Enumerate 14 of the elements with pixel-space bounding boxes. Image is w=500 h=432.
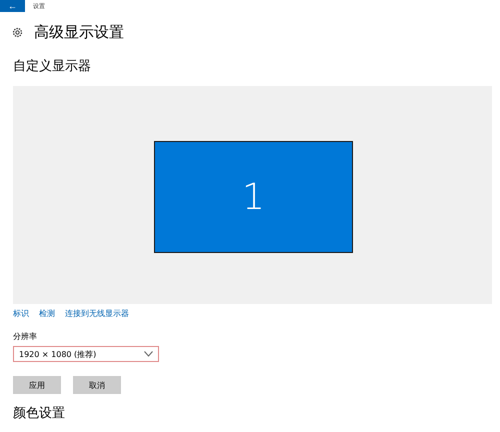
field-label: 分辨率 [13, 331, 38, 342]
link[interactable]: 标识 [13, 308, 29, 319]
display-tile[interactable]: 1 [154, 141, 353, 253]
section-title: 颜色设置 [13, 406, 66, 421]
link[interactable]: 连接到无线显示器 [65, 308, 129, 319]
resolution-dropdown[interactable]: 1920 × 1080 (推荐) [13, 346, 159, 362]
page-heading: 高级显示设置 [34, 23, 124, 42]
section-title: 自定义显示器 [13, 58, 92, 75]
settings-icon [12, 27, 23, 38]
action-button[interactable]: 应用 [13, 376, 61, 394]
link[interactable]: 检测 [39, 308, 55, 319]
action-button[interactable]: 取消 [73, 376, 121, 394]
chevron-down-icon [144, 351, 153, 357]
back-button[interactable]: ← [0, 0, 25, 12]
